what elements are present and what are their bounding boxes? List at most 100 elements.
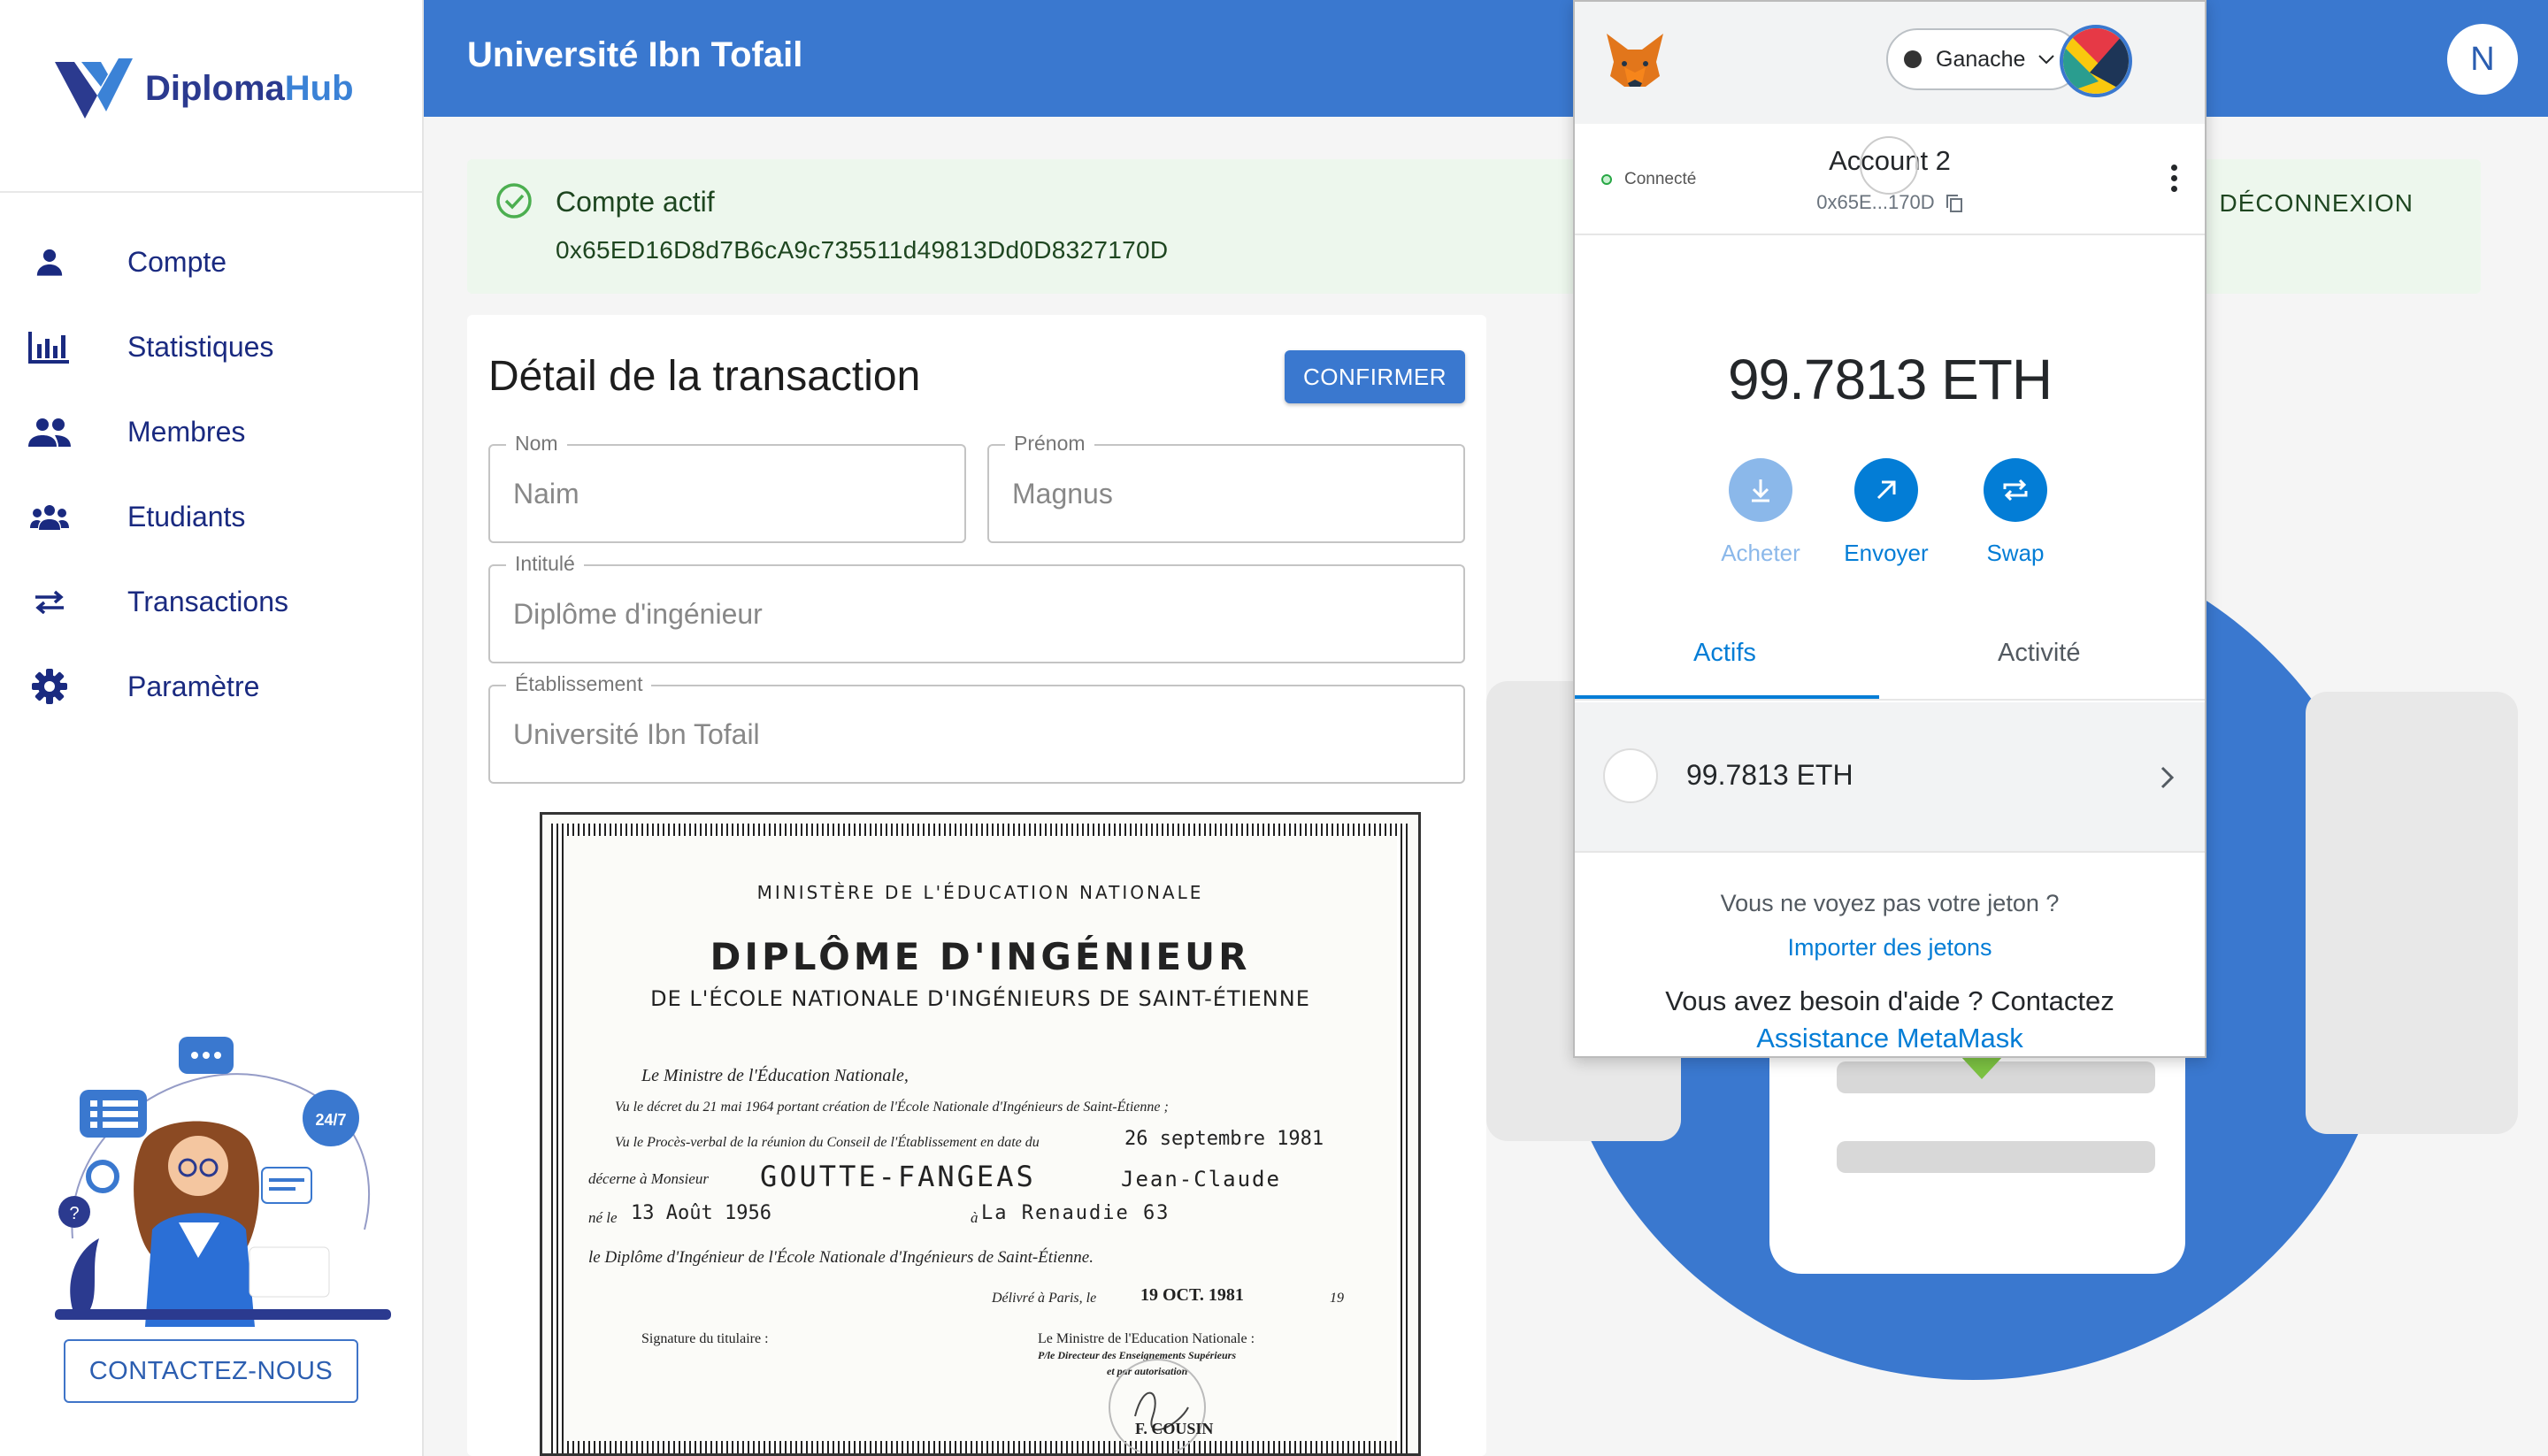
field-value: Université Ibn Tofail: [513, 718, 760, 750]
field-label: Nom: [506, 432, 567, 456]
diploma-subtitle: DE L'ÉCOLE NATIONALE D'INGÉNIEURS DE SAI…: [650, 986, 1310, 1011]
network-selector[interactable]: Ganache: [1886, 28, 2081, 90]
download-icon: [1729, 458, 1792, 522]
confirm-button[interactable]: CONFIRMER: [1285, 350, 1465, 403]
diploma-handwriting: 26 septembre 1981: [1124, 1128, 1324, 1150]
buy-button[interactable]: Acheter: [1699, 458, 1823, 567]
sidebar-item-label: Compte: [127, 245, 227, 278]
field-label: Intitulé: [506, 552, 584, 576]
send-button[interactable]: Envoyer: [1824, 458, 1948, 567]
copy-icon[interactable]: [1946, 194, 1963, 213]
nom-field[interactable]: Nom Naim: [488, 432, 966, 543]
network-status-dot: [1904, 50, 1922, 68]
sidebar-item-label: Transactions: [127, 585, 288, 617]
account-identicon[interactable]: [2060, 25, 2132, 97]
swap-label: Swap: [1986, 540, 2045, 566]
field-value: Naim: [513, 478, 579, 510]
diploma-handwriting: La Renaudie 63: [981, 1202, 1170, 1224]
sidebar-item-transactions[interactable]: Transactions: [0, 559, 422, 644]
app-logo[interactable]: DiplomaHub: [55, 55, 354, 122]
bar-chart-icon: [28, 326, 71, 368]
field-label: Prénom: [1005, 432, 1094, 456]
alert-title: Compte actif: [556, 186, 715, 218]
app-name: DiplomaHub: [145, 68, 354, 108]
wallet-address: 0x65ED16D8d7B6cA9c735511d49813Dd0D832717…: [556, 236, 1169, 264]
logout-button[interactable]: DÉCONNEXION: [2220, 189, 2414, 218]
metamask-support-link[interactable]: Assistance MetaMask: [1575, 1023, 2205, 1054]
buy-label: Acheter: [1721, 540, 1800, 566]
diploma-line: Signature du titulaire :: [641, 1331, 769, 1346]
diploma-line: 19: [1330, 1291, 1344, 1306]
eth-token-icon: [1603, 748, 1658, 803]
diploma-line: Le Ministre de l'Education Nationale :: [1038, 1331, 1255, 1346]
field-value: Magnus: [1012, 478, 1113, 510]
logo-icon: [55, 58, 133, 119]
intitule-field[interactable]: Intitulé Diplôme d'ingénieur: [488, 552, 1465, 663]
diploma-handwriting: Jean-Claude: [1121, 1167, 1281, 1192]
send-label: Envoyer: [1844, 540, 1929, 566]
sidebar-item-membres[interactable]: Membres: [0, 389, 422, 474]
sidebar-item-label: Membres: [127, 415, 246, 448]
metamask-tabs: Actifs Activité: [1575, 612, 2205, 701]
token-icon: [1860, 136, 1918, 195]
gear-icon: [28, 665, 71, 708]
page-title: Université Ibn Tofail: [467, 35, 803, 74]
support-illustration: 24/7 ?: [55, 1037, 391, 1327]
sidebar-item-parametre[interactable]: Paramètre: [0, 644, 422, 729]
avatar[interactable]: N: [2447, 24, 2518, 95]
transaction-card: Détail de la transaction CONFIRMER Nom N…: [467, 315, 1486, 1456]
send-arrow-icon: [1854, 458, 1918, 522]
diploma-image: MINISTÈRE DE L'ÉDUCATION NATIONALE DIPLÔ…: [540, 812, 1421, 1456]
sidebar-item-label: Paramètre: [127, 670, 260, 702]
metamask-popup: Ganache Connecté Account 2 0x65E...170D …: [1573, 0, 2206, 1058]
diploma-handwriting: GOUTTE-FANGEAS: [760, 1160, 1036, 1193]
metamask-header: Ganache: [1575, 2, 2205, 124]
sidebar-item-statistiques[interactable]: Statistiques: [0, 304, 422, 389]
diploma-line: Vu le Procès-verbal de la réunion du Con…: [615, 1135, 1040, 1150]
contact-us-button[interactable]: CONTACTEZ-NOUS: [64, 1339, 358, 1403]
diploma-title: DIPLÔME D'INGÉNIEUR: [710, 935, 1251, 978]
tab-assets[interactable]: Actifs: [1693, 639, 1756, 668]
asset-row[interactable]: 99.7813 ETH: [1575, 702, 2205, 853]
diploma-ministry: MINISTÈRE DE L'ÉDUCATION NATIONALE: [756, 882, 1204, 903]
help-contact-text: Vous avez besoin d'aide ? Contactez: [1665, 985, 2114, 1016]
account-options-icon[interactable]: [2171, 165, 2178, 196]
diploma-line: Délivré à Paris, le: [992, 1291, 1097, 1306]
network-name: Ganache: [1936, 46, 2026, 72]
divider: [0, 191, 422, 193]
account-address-text: 0x65E...170D: [1816, 191, 1935, 213]
tab-activity[interactable]: Activité: [1998, 639, 2080, 668]
students-icon: [28, 495, 71, 538]
check-circle-icon: [496, 183, 532, 218]
help-question: Vous ne voyez pas votre jeton ?: [1720, 890, 2060, 916]
swap-icon: [1984, 458, 2047, 522]
person-icon: [28, 241, 71, 283]
field-value: Diplôme d'ingénieur: [513, 598, 763, 630]
balance: 99.7813 ETH: [1727, 348, 2053, 411]
metamask-fox-icon[interactable]: [1605, 32, 1665, 88]
diploma-stamp-date: 19 OCT. 1981: [1140, 1285, 1244, 1305]
sidebar-nav: Compte Statistiques Membres Etudiants Tr…: [0, 219, 422, 729]
swap-button[interactable]: Swap: [1953, 458, 2077, 567]
sidebar-item-label: Statistiques: [127, 330, 274, 363]
asset-value: 99.7813 ETH: [1686, 759, 1853, 791]
swap-arrows-icon: [28, 580, 71, 623]
field-label: Établissement: [506, 672, 652, 696]
diploma-signature-name: F. COUSIN: [1135, 1420, 1214, 1437]
diploma-handwriting: 13 Août 1956: [631, 1202, 771, 1224]
chevron-right-icon: [2160, 766, 2175, 789]
diploma-line: le Diplôme d'Ingénieur de l'École Nation…: [588, 1248, 1094, 1267]
card-title: Détail de la transaction: [488, 353, 921, 400]
sidebar-item-compte[interactable]: Compte: [0, 219, 422, 304]
diploma-line: à: [971, 1209, 979, 1226]
prenom-field[interactable]: Prénom Magnus: [987, 432, 1465, 543]
diploma-line: Le Ministre de l'Éducation Nationale,: [641, 1066, 909, 1085]
sidebar-item-etudiants[interactable]: Etudiants: [0, 474, 422, 559]
diploma-line: Vu le décret du 21 mai 1964 portant créa…: [615, 1100, 1169, 1115]
diploma-line: né le: [588, 1209, 618, 1226]
chevron-down-icon: [2038, 55, 2055, 65]
import-tokens-link[interactable]: Importer des jetons: [1575, 934, 2205, 962]
etablissement-field[interactable]: Établissement Université Ibn Tofail: [488, 672, 1465, 784]
support-badge-text: 24/7: [315, 1111, 346, 1129]
svg-text:?: ?: [69, 1204, 79, 1223]
